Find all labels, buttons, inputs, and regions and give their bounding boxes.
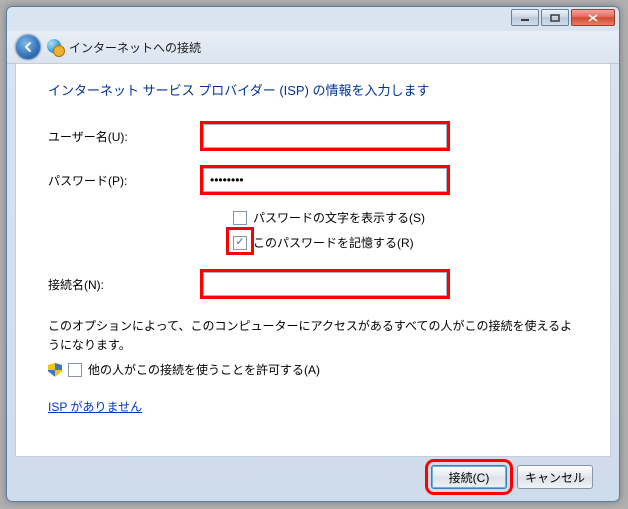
page-heading: インターネット サービス プロバイダー (ISP) の情報を入力します bbox=[48, 80, 578, 99]
remember-password-label: このパスワードを記憶する(R) bbox=[253, 234, 414, 251]
option-note: このオプションによって、このコンピューターにアクセスがあるすべての人がこの接続を… bbox=[48, 317, 578, 355]
password-label: パスワード(P): bbox=[48, 172, 203, 189]
username-row: ユーザー名(U): bbox=[48, 121, 578, 151]
minimize-button[interactable] bbox=[511, 9, 539, 26]
password-input[interactable]: •••••••• bbox=[203, 168, 447, 192]
connection-name-input[interactable] bbox=[203, 272, 447, 296]
content-area: インターネット サービス プロバイダー (ISP) の情報を入力します ユーザー… bbox=[15, 63, 611, 457]
titlebar bbox=[7, 7, 619, 31]
show-password-label: パスワードの文字を表示する(S) bbox=[253, 209, 425, 226]
password-row: パスワード(P): •••••••• bbox=[48, 165, 578, 195]
connection-name-row: 接続名(N): bbox=[48, 269, 578, 299]
minimize-icon bbox=[520, 14, 530, 22]
maximize-button[interactable] bbox=[541, 9, 569, 26]
cancel-button-label: キャンセル bbox=[525, 469, 585, 486]
close-icon bbox=[587, 13, 599, 23]
password-value: •••••••• bbox=[210, 173, 244, 187]
no-isp-link[interactable]: ISP がありません bbox=[48, 398, 142, 415]
wizard-header: インターネットへの接続 bbox=[7, 31, 619, 64]
close-button[interactable] bbox=[571, 9, 615, 26]
back-arrow-icon bbox=[21, 40, 35, 54]
window-title: インターネットへの接続 bbox=[69, 39, 201, 56]
show-password-checkbox[interactable] bbox=[233, 211, 247, 225]
allow-others-checkbox[interactable] bbox=[68, 363, 82, 377]
username-label: ユーザー名(U): bbox=[48, 128, 203, 145]
connect-button-label: 接続(C) bbox=[449, 469, 490, 486]
maximize-icon bbox=[550, 14, 560, 22]
footer: 接続(C) キャンセル bbox=[15, 459, 611, 495]
internet-connection-icon bbox=[47, 39, 63, 55]
allow-others-row: 他の人がこの接続を使うことを許可する(A) bbox=[48, 361, 578, 378]
username-input[interactable] bbox=[203, 124, 447, 148]
cancel-button[interactable]: キャンセル bbox=[517, 465, 593, 489]
show-password-row: パスワードの文字を表示する(S) bbox=[233, 209, 578, 226]
shield-icon bbox=[48, 363, 62, 377]
connection-name-label: 接続名(N): bbox=[48, 276, 203, 293]
remember-password-row: このパスワードを記憶する(R) bbox=[233, 234, 578, 251]
wizard-window: インターネットへの接続 インターネット サービス プロバイダー (ISP) の情… bbox=[6, 6, 620, 502]
back-button[interactable] bbox=[15, 34, 41, 60]
allow-others-label: 他の人がこの接続を使うことを許可する(A) bbox=[88, 361, 320, 378]
remember-password-checkbox[interactable] bbox=[233, 236, 247, 250]
connect-button[interactable]: 接続(C) bbox=[431, 465, 507, 489]
